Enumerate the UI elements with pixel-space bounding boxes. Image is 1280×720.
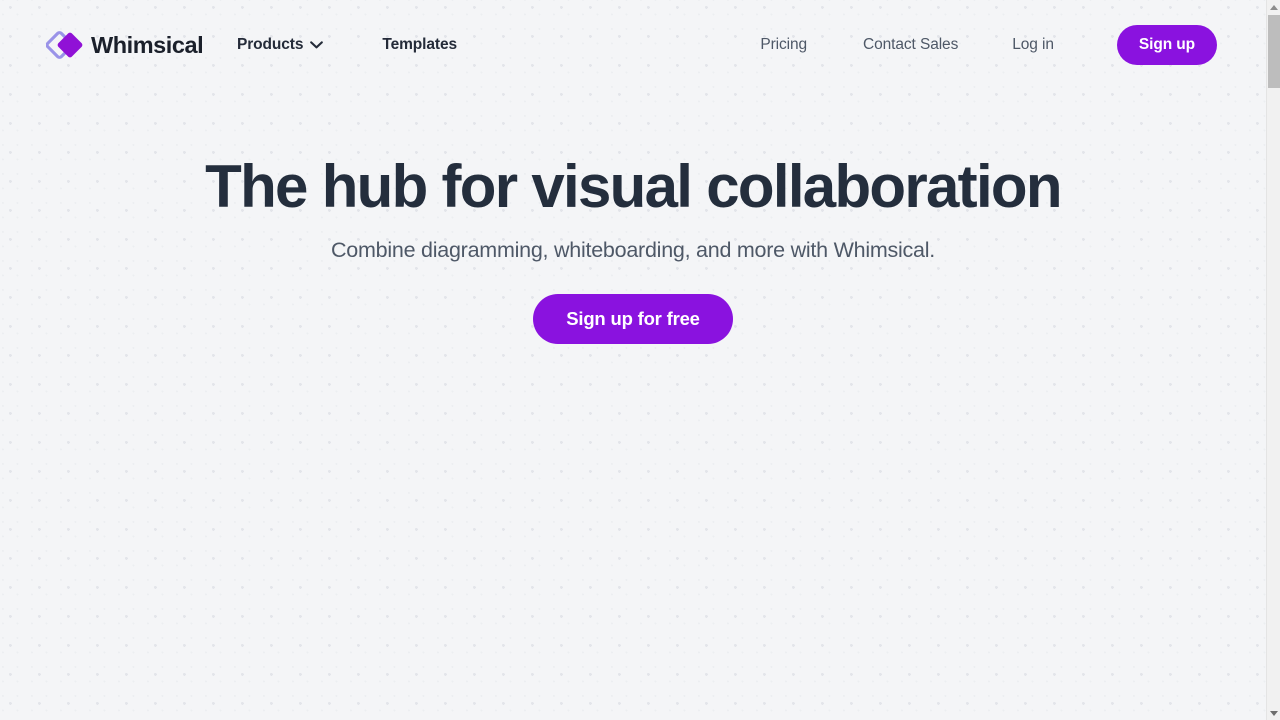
nav-item-pricing[interactable]: Pricing: [760, 36, 807, 54]
scroll-down-arrow-glyph: [1269, 710, 1278, 716]
vertical-scrollbar[interactable]: [1266, 0, 1280, 720]
site-header: Whimsical Products Templates Pricing Con…: [0, 0, 1266, 90]
whimsical-diamond-logo-icon: [46, 28, 88, 62]
hero-subtitle: Combine diagramming, whiteboarding, and …: [331, 238, 935, 262]
scroll-up-arrow-icon[interactable]: [1267, 0, 1280, 14]
scroll-down-arrow-icon[interactable]: [1267, 706, 1280, 720]
nav-products-label: Products: [237, 36, 304, 53]
nav-templates-label: Templates: [382, 36, 458, 53]
nav-item-templates[interactable]: Templates: [382, 36, 457, 54]
page-canvas: Whimsical Products Templates Pricing Con…: [0, 0, 1266, 720]
page-title: The hub for visual collaboration: [205, 153, 1062, 220]
signup-for-free-button[interactable]: Sign up for free: [533, 294, 733, 344]
signup-button[interactable]: Sign up: [1116, 25, 1217, 65]
scroll-up-arrow-glyph: [1269, 4, 1278, 10]
chevron-down-icon: [310, 36, 324, 54]
primary-nav-left: Products Templates: [237, 0, 457, 90]
nav-item-log-in[interactable]: Log in: [1012, 36, 1054, 54]
brand-name: Whimsical: [91, 32, 204, 58]
scrollbar-thumb[interactable]: [1268, 15, 1280, 88]
primary-nav-right: Pricing Contact Sales Log in Sign up: [760, 0, 1217, 90]
brand-logo-link[interactable]: Whimsical: [46, 28, 204, 62]
hero-cta-container: Sign up for free: [0, 294, 1266, 344]
nav-item-contact-sales[interactable]: Contact Sales: [863, 36, 958, 54]
nav-item-products[interactable]: Products: [237, 36, 324, 54]
